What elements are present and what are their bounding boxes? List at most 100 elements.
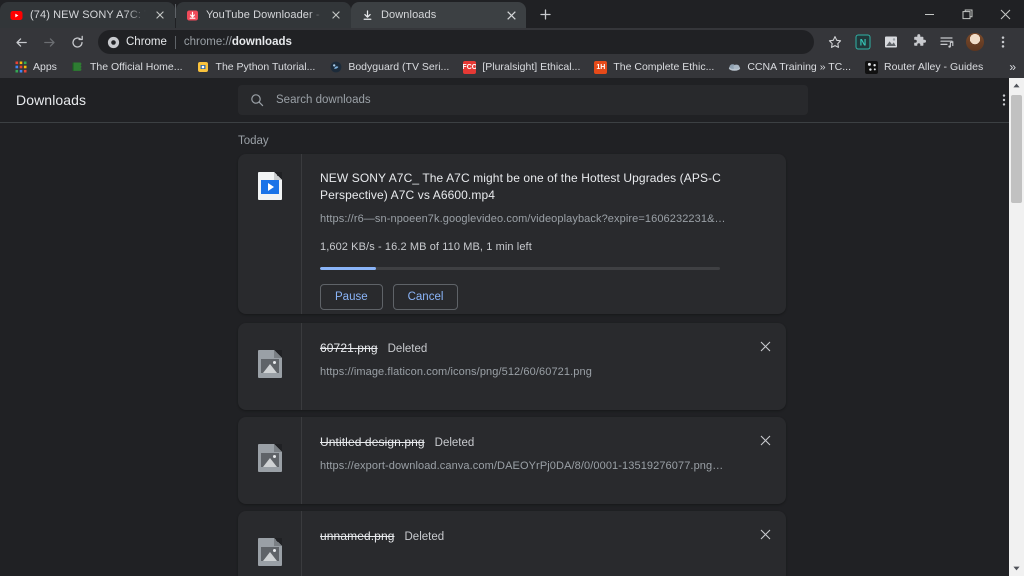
router-alley-icon [865,60,879,74]
back-arrow-icon[interactable] [8,29,34,55]
profile-avatar[interactable] [962,29,988,55]
search-input[interactable]: Search downloads [238,85,808,115]
download-arrow-icon [361,9,374,22]
close-button[interactable] [986,0,1024,28]
svg-text:N: N [860,37,867,47]
section-label-today: Today [238,135,269,147]
bookmark-star-icon[interactable] [822,29,848,55]
bookmark-apps[interactable]: Apps [8,59,63,76]
bookmark-label: The Python Tutorial... [215,61,316,73]
forward-arrow-icon[interactable] [36,29,62,55]
image-file-icon [258,538,282,566]
download-filename[interactable]: NEW SONY A7C_ The A7C might be one of th… [320,170,772,204]
tab-close-icon[interactable] [329,8,343,22]
download-progress-fill [320,267,376,270]
download-filename[interactable]: 60721.png [320,340,378,357]
file-icon-column [238,154,302,314]
bookmark-complete-ethical[interactable]: 1H The Complete Ethic... [588,59,720,76]
tab-list: (74) NEW SONY A7C: The A7C m YouTube Dow… [0,0,558,28]
puzzle-extensions-icon[interactable] [906,29,932,55]
bookmark-official-home[interactable]: The Official Home... [65,59,189,76]
scrollbar-thumb[interactable] [1011,95,1022,203]
media-controls-icon[interactable] [934,29,960,55]
search-icon [250,93,264,107]
scroll-up-arrow-icon[interactable] [1009,78,1024,93]
apps-grid-icon [14,61,27,74]
minimize-button[interactable] [910,0,948,28]
tab-close-icon[interactable] [504,8,518,22]
download-item[interactable]: unnamed.png Deleted [238,511,786,576]
image-file-icon [258,444,282,472]
download-details: Untitled design.png Deleted https://expo… [302,417,786,504]
download-actions: Pause Cancel [320,284,772,310]
remove-from-list-icon[interactable] [754,429,776,451]
tab-youtube-downloader[interactable]: YouTube Downloader - Download [176,2,351,28]
downloads-page: Downloads Search downloads Today NEW SON… [0,78,1024,576]
fco-icon: FCO [463,60,477,74]
scroll-down-arrow-icon[interactable] [1009,561,1024,576]
bookmark-pluralsight-ethical[interactable]: FCO [Pluralsight] Ethical... [457,59,586,76]
youtube-icon [10,9,23,22]
video-file-icon [258,172,282,200]
omnibox-chip-label: Chrome [126,36,167,48]
bookmark-ccna-training[interactable]: CCNA Training » TC... [722,59,857,76]
bookmarks-overflow-icon[interactable]: » [1009,60,1016,74]
bookmark-python-tutorial[interactable]: The Python Tutorial... [191,59,322,76]
new-tab-button[interactable] [532,1,558,27]
image-file-icon [258,350,282,378]
avatar [966,33,984,51]
bookmark-label: Router Alley - Guides [884,61,984,73]
omnibox-divider [174,35,176,49]
tab-title: Downloads [381,9,437,21]
notion-extension-icon[interactable]: N [850,29,876,55]
download-item[interactable]: NEW SONY A7C_ The A7C might be one of th… [238,154,786,314]
download-progress-bar [320,267,720,270]
chrome-icon [107,36,120,49]
three-dot-menu-icon[interactable] [990,29,1016,55]
window-controls [910,0,1024,28]
bookmark-label: CCNA Training » TC... [747,61,852,73]
download-url[interactable]: https://export-download.canva.com/DAEOYr… [320,460,728,472]
download-item[interactable]: 60721.png Deleted https://image.flaticon… [238,323,786,410]
bookmark-label: The Complete Ethic... [613,61,715,73]
download-filename[interactable]: unnamed.png [320,528,395,545]
downloader-icon [186,9,199,22]
bookmark-bodyguard[interactable]: Bodyguard (TV Seri... [323,59,455,76]
download-url[interactable]: https://image.flaticon.com/icons/png/512… [320,366,728,378]
tab-downloads[interactable]: Downloads [351,2,526,28]
page-scrollbar[interactable] [1009,78,1024,576]
tab-close-icon[interactable] [153,8,167,22]
ccna-cloud-icon [728,61,741,74]
cancel-button[interactable]: Cancel [392,284,459,310]
browser-toolbar: Chrome chrome://downloads N [0,28,1024,56]
download-filename[interactable]: Untitled design.png [320,434,425,451]
pause-button[interactable]: Pause [320,284,383,310]
tab-strip: (74) NEW SONY A7C: The A7C m YouTube Dow… [0,0,1024,28]
bookmark-router-alley[interactable]: Router Alley - Guides [859,59,989,76]
1h-icon: 1H [594,60,608,74]
download-status: Deleted [387,343,428,355]
omnibox-url: chrome://downloads [184,36,292,48]
download-details: NEW SONY A7C_ The A7C might be one of th… [302,154,786,314]
reload-icon[interactable] [64,29,90,55]
download-details: 60721.png Deleted https://image.flaticon… [302,323,786,410]
download-url[interactable]: https://r6—sn-npoeen7k.googlevideo.com/v… [320,213,730,225]
tab-title: (74) NEW SONY A7C: The A7C m [30,9,146,21]
file-icon-column [238,323,302,410]
bookmark-label: The Official Home... [89,61,183,73]
image-extension-icon[interactable] [878,29,904,55]
download-item[interactable]: Untitled design.png Deleted https://expo… [238,417,786,504]
address-bar[interactable]: Chrome chrome://downloads [98,30,814,54]
python-file-icon [197,61,210,74]
download-details: unnamed.png Deleted [302,511,786,576]
bookmark-label: [Pluralsight] Ethical... [482,61,581,73]
url-prefix: chrome:// [183,36,232,48]
bookmark-label: Bodyguard (TV Seri... [348,61,450,73]
remove-from-list-icon[interactable] [754,335,776,357]
maximize-restore-button[interactable] [948,0,986,28]
downloads-header: Downloads Search downloads [0,78,1024,122]
bodyguard-icon [329,61,342,74]
download-status: Deleted [404,531,445,543]
remove-from-list-icon[interactable] [754,523,776,545]
tab-youtube-video[interactable]: (74) NEW SONY A7C: The A7C m [0,2,175,28]
